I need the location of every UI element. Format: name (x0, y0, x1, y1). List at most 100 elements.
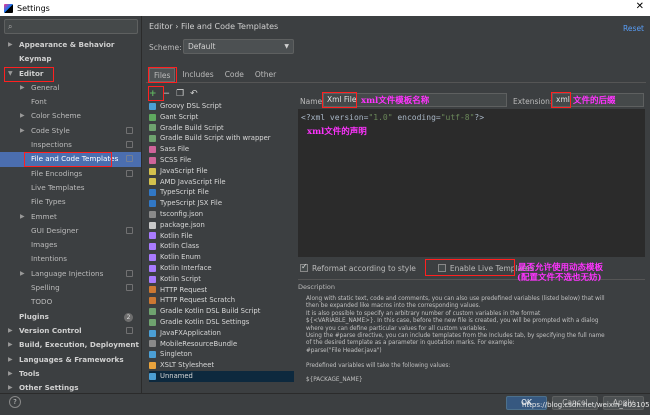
chevron-right-icon[interactable]: ▶ (20, 109, 25, 123)
tab-other[interactable]: Other (251, 68, 280, 82)
sidebar-item[interactable]: TODO (0, 295, 141, 309)
chevron-right-icon[interactable]: ▶ (20, 267, 25, 281)
template-list-item[interactable]: TypeScript JSX File (149, 198, 294, 209)
template-label: JavaFXApplication (160, 328, 221, 337)
template-list-item[interactable]: Gradle Kotlin DSL Build Script (149, 306, 294, 317)
template-list-item[interactable]: Kotlin Interface (149, 263, 294, 274)
sidebar-item-label: GUI Designer (31, 225, 79, 235)
template-list-item[interactable]: Groovy DSL Script (149, 101, 294, 112)
sidebar-item[interactable]: Intentions (0, 252, 141, 266)
chevron-right-icon[interactable]: ▶ (8, 324, 13, 338)
reset-link[interactable]: Reset (623, 24, 644, 33)
template-list-item[interactable]: JavaScript File (149, 166, 294, 177)
sidebar-item[interactable]: Spelling (0, 281, 141, 295)
chevron-right-icon[interactable]: ▶ (8, 338, 13, 352)
file-type-icon (149, 329, 156, 337)
template-list-item[interactable]: MobileResourceBundle (149, 339, 294, 350)
help-button[interactable]: ? (9, 396, 21, 408)
template-list-item[interactable]: Kotlin Class (149, 241, 294, 252)
chevron-right-icon[interactable]: ▶ (8, 367, 13, 381)
template-label: Gradle Build Script with wrapper (160, 134, 271, 143)
sidebar-item[interactable]: Images (0, 238, 141, 252)
sidebar-item-label: Build, Execution, Deployment (19, 340, 139, 350)
template-list-item[interactable]: TypeScript File (149, 187, 294, 198)
template-list-item[interactable]: tsconfig.json (149, 209, 294, 220)
template-label: HTTP Request (160, 285, 208, 294)
file-type-icon (149, 362, 156, 370)
template-label: TypeScript JSX File (160, 199, 222, 208)
description-line: Predefined variables will take the follo… (306, 362, 451, 369)
splitter[interactable] (141, 16, 142, 393)
sidebar-item[interactable]: ▶ Emmet (0, 210, 141, 224)
template-list-item[interactable]: Sass File (149, 144, 294, 155)
template-list-item[interactable]: HTTP Request (149, 285, 294, 296)
sidebar-item[interactable]: File Types (0, 195, 141, 209)
tab-code[interactable]: Code (221, 68, 248, 82)
template-list-item[interactable]: AMD JavaScript File (149, 177, 294, 188)
annotation-ext-note: 文件的后缀 (573, 96, 616, 106)
sidebar-item[interactable]: ▶ Code Style (0, 124, 141, 138)
tab-includes[interactable]: Includes (178, 68, 217, 82)
sidebar-item[interactable]: ▶ Build, Execution, Deployment (0, 338, 141, 352)
settings-window: Settings ✕ ⌕ ▶ Appearance & Behavior Keyma… (0, 0, 650, 415)
template-label: HTTP Request Scratch (160, 296, 236, 305)
sidebar-item[interactable]: ▶ Other Settings (0, 381, 141, 393)
chevron-right-icon[interactable]: ▶ (8, 38, 13, 52)
sidebar-item[interactable]: GUI Designer (0, 224, 141, 238)
chevron-right-icon[interactable]: ▶ (20, 210, 25, 224)
sidebar-item[interactable]: Keymap (0, 52, 141, 66)
sidebar-item-label: Appearance & Behavior (19, 40, 115, 49)
chevron-right-icon[interactable]: ▶ (8, 353, 13, 367)
annotation-box-templates (24, 152, 112, 167)
template-label: Kotlin Enum (160, 253, 201, 262)
template-list-item[interactable]: Gradle Kotlin DSL Settings (149, 317, 294, 328)
sidebar-item[interactable]: ▶ Tools (0, 367, 141, 381)
template-label: Gradle Kotlin DSL Build Script (160, 307, 261, 316)
sidebar-item[interactable]: Font (0, 95, 141, 109)
sidebar-item[interactable]: Plugins 2 (0, 310, 141, 324)
template-list-item[interactable]: Kotlin File (149, 231, 294, 242)
sidebar-item[interactable]: ▶ Language Injections (0, 267, 141, 281)
sidebar-item[interactable]: ▶ Appearance & Behavior (0, 38, 141, 52)
template-list-item[interactable]: Unnamed (149, 370, 294, 382)
template-list-item[interactable]: HTTP Request Scratch (149, 295, 294, 306)
template-list-item[interactable]: package.json (149, 220, 294, 231)
sidebar-item-label: TODO (31, 297, 53, 307)
settings-search-input[interactable]: ⌕ (4, 19, 138, 34)
sidebar-item[interactable]: ▶ Version Control (0, 324, 141, 338)
reformat-checkbox[interactable] (300, 262, 308, 272)
template-list-item[interactable]: Gradle Build Script (149, 123, 294, 134)
template-list-item[interactable]: SCSS File (149, 155, 294, 166)
sidebar-item-label: Emmet (31, 211, 57, 221)
template-list-item[interactable]: Kotlin Enum (149, 252, 294, 263)
name-label: Name: (300, 97, 325, 106)
file-type-icon (149, 200, 156, 208)
template-label: Singleton (160, 350, 193, 359)
sidebar-item[interactable]: File Encodings (0, 167, 141, 181)
sidebar-item[interactable]: Inspections (0, 138, 141, 152)
sidebar-item-label: File Encodings (31, 168, 83, 178)
template-label: Kotlin Script (160, 274, 201, 283)
reset-template-icon[interactable]: ↶ (190, 88, 198, 100)
close-icon[interactable]: ✕ (636, 1, 644, 12)
sidebar-item[interactable]: Live Templates (0, 181, 141, 195)
file-type-icon (149, 232, 156, 240)
template-list-item[interactable]: Kotlin Script (149, 274, 294, 285)
description-line: It is also possible to specify an arbitr… (306, 310, 541, 317)
template-list-item[interactable]: XSLT Stylesheet (149, 360, 294, 371)
sidebar-item[interactable]: ▶ Color Scheme (0, 109, 141, 123)
template-list-item[interactable]: JavaFXApplication (149, 328, 294, 339)
sidebar-item[interactable]: ▶ General (0, 81, 141, 95)
scheme-select[interactable]: Default ▼ (183, 39, 294, 54)
copy-template-icon[interactable]: ❐ (176, 88, 184, 100)
template-list-item[interactable]: Gant Script (149, 112, 294, 123)
sidebar-item-label: Live Templates (31, 182, 85, 192)
sidebar-item[interactable]: ▶ Languages & Frameworks (0, 353, 141, 367)
template-list-item[interactable]: Gradle Build Script with wrapper (149, 133, 294, 144)
chevron-right-icon[interactable]: ▶ (20, 81, 25, 95)
file-type-icon (149, 146, 156, 154)
template-list-item[interactable]: Singleton (149, 349, 294, 360)
chevron-right-icon[interactable]: ▶ (20, 124, 25, 138)
chevron-right-icon[interactable]: ▶ (8, 381, 13, 393)
file-type-icon (149, 254, 156, 262)
